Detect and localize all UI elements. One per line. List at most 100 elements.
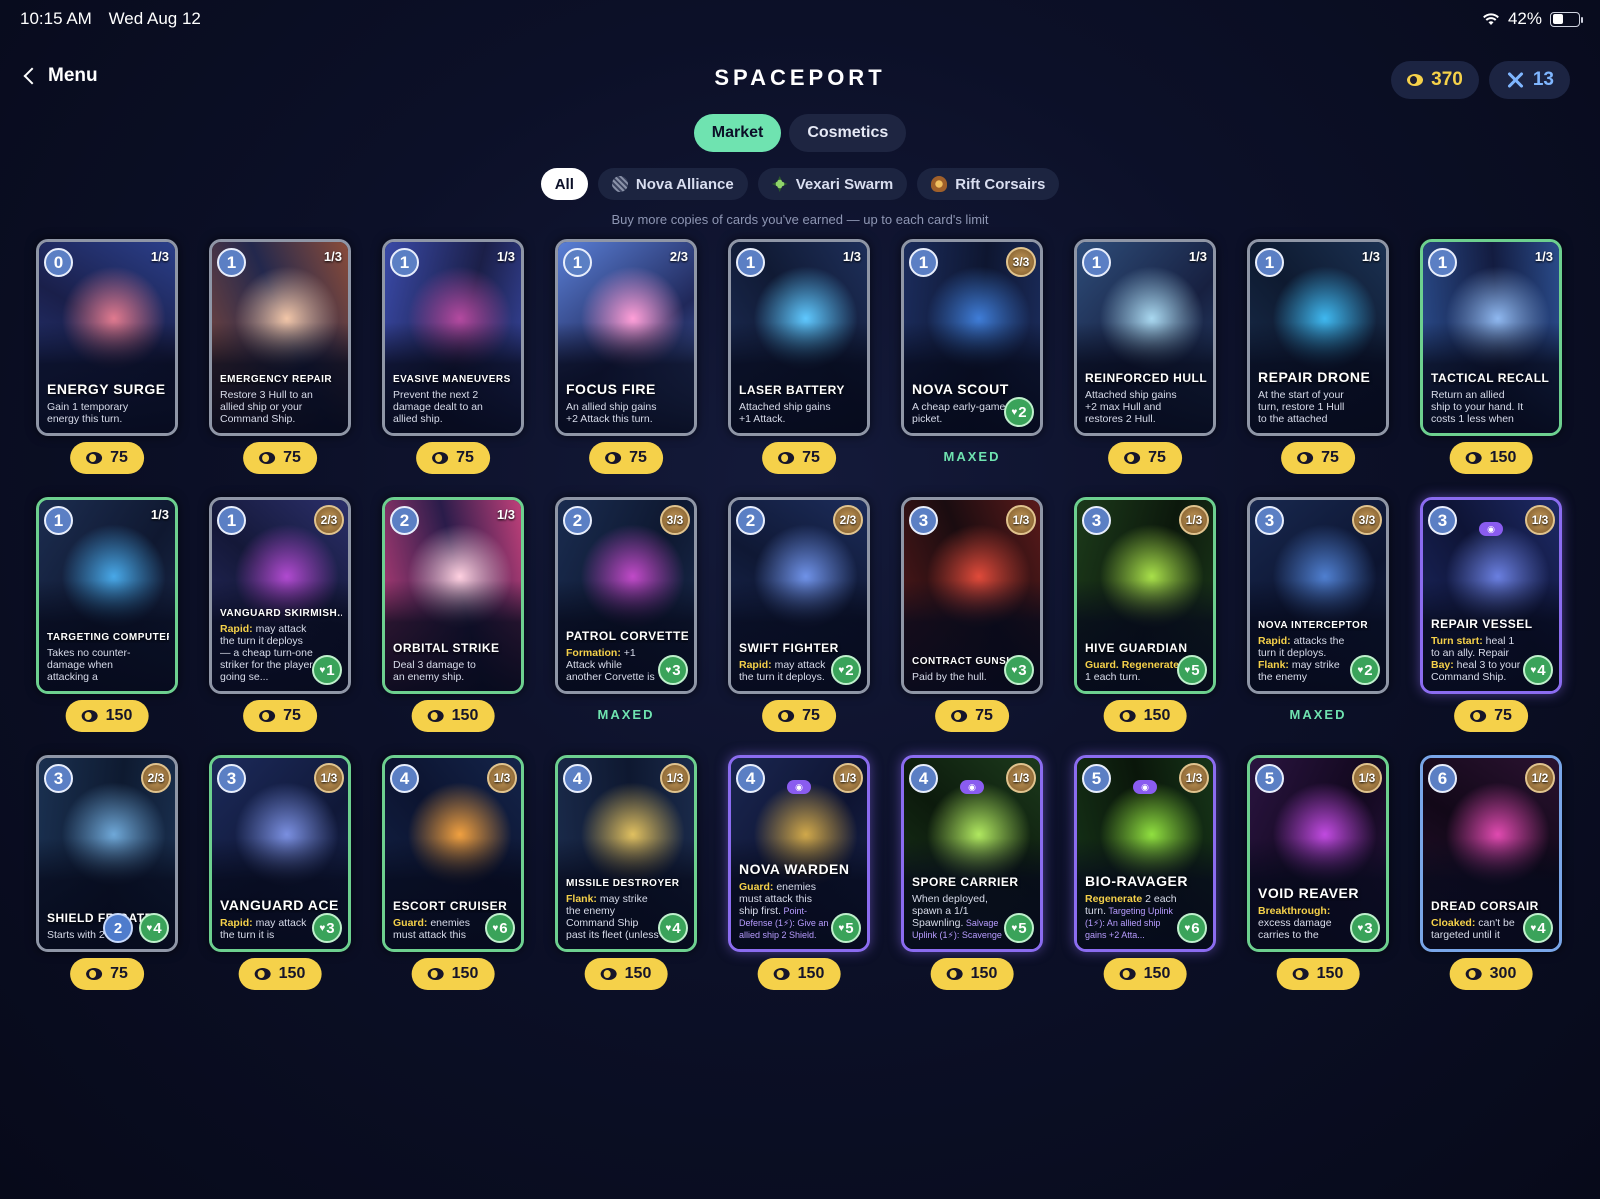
heart-icon: ♥ bbox=[1011, 922, 1018, 934]
price-value: 150 bbox=[970, 965, 998, 982]
card-name: Nova Scout bbox=[912, 381, 1009, 397]
card-text: Attached ship gains +1 Attack. bbox=[739, 401, 833, 425]
battery-icon bbox=[1550, 11, 1583, 27]
filter-vexari-swarm[interactable]: Vexari Swarm bbox=[757, 168, 908, 200]
card-cell: 2 1/3 Orbital Strike Deal 3 damage to an en… bbox=[382, 497, 524, 732]
price-value: 75 bbox=[110, 965, 128, 982]
hull-stat: ♥ 3 bbox=[312, 913, 342, 943]
coin-icon bbox=[600, 968, 617, 980]
market-card[interactable]: 3 1/3 Contract Gunship Paid by the hull. ♥ 3 bbox=[901, 497, 1043, 694]
market-card[interactable]: 1 1/3 Emergency Repair Restore 3 Hull to an… bbox=[209, 239, 351, 436]
card-cost: 1 bbox=[1082, 248, 1111, 277]
buy-price-button[interactable]: 150 bbox=[411, 958, 495, 990]
faction-filters: All Nova Alliance Vexari Swarm Rift Cors… bbox=[0, 168, 1600, 200]
filter-all[interactable]: All bbox=[540, 168, 588, 200]
market-card[interactable]: 5 1/3 ◉ Bio-Ravager Regenerate 2 each turn. … bbox=[1074, 755, 1216, 952]
card-cell: 1 1/3 Laser Battery Attached ship gains +1 … bbox=[728, 239, 870, 474]
card-copies: 1/3 bbox=[1179, 505, 1209, 535]
card-cell: 1 3/3 Nova Scout A cheap early-game picket.… bbox=[901, 239, 1043, 464]
buy-price-button[interactable]: 150 bbox=[757, 958, 841, 990]
card-name: Nova Interceptor bbox=[1258, 620, 1369, 631]
market-card[interactable]: 4 1/3 ◉ Spore Carrier When deployed, spawn a… bbox=[901, 755, 1043, 952]
card-copies: 2/3 bbox=[141, 763, 171, 793]
market-card[interactable]: 2 3/3 Patrol Corvette Formation: +1 Attack … bbox=[555, 497, 697, 694]
card-keyword: Rapid: bbox=[220, 917, 253, 929]
market-card[interactable]: 1 1/3 Targeting Computer Takes no counter-d… bbox=[36, 497, 178, 694]
buy-price-button[interactable]: 75 bbox=[243, 442, 317, 474]
card-name: Missile Destroyer bbox=[566, 878, 680, 889]
parts-balance[interactable]: 13 bbox=[1488, 61, 1570, 99]
market-card[interactable]: 3 1/3 Hive Guardian Guard. Regenerate 1 eac… bbox=[1074, 497, 1216, 694]
market-card[interactable]: 3 3/3 Nova Interceptor Rapid: attacks the t… bbox=[1247, 497, 1389, 694]
card-cost: 1 bbox=[909, 248, 938, 277]
card-text-segment: Deal 3 damage to an enemy ship. bbox=[393, 659, 476, 683]
market-card[interactable]: 4 1/3 Missile Destroyer Flank: may strike t… bbox=[555, 755, 697, 952]
buy-price-button[interactable]: 150 bbox=[584, 958, 668, 990]
buy-price-button[interactable]: 150 bbox=[1276, 958, 1360, 990]
price-value: 150 bbox=[105, 707, 133, 724]
market-card[interactable]: 1 1/3 Evasive Maneuvers Prevent the next 2 … bbox=[382, 239, 524, 436]
buy-price-button[interactable]: 75 bbox=[762, 700, 836, 732]
card-copies: 1/3 bbox=[496, 507, 515, 522]
buy-price-button[interactable]: 75 bbox=[416, 442, 490, 474]
market-card[interactable]: 3 1/3 ◉ Repair Vessel Turn start: heal 1 to … bbox=[1420, 497, 1562, 694]
vexari-swarm-icon bbox=[771, 176, 788, 192]
heart-icon: ♥ bbox=[319, 664, 326, 676]
card-copies: 2/3 bbox=[314, 505, 344, 535]
market-card[interactable]: 4 1/3 ◉ Nova Warden Guard: enemies must atta… bbox=[728, 755, 870, 952]
buy-price-button[interactable]: 75 bbox=[70, 442, 144, 474]
market-card[interactable]: 4 1/3 Escort Cruiser Guard: enemies must at… bbox=[382, 755, 524, 952]
tab-market[interactable]: Market bbox=[693, 114, 782, 152]
buy-price-button[interactable]: 150 bbox=[930, 958, 1014, 990]
buy-price-button[interactable]: 150 bbox=[1103, 958, 1187, 990]
market-card[interactable]: 1 1/3 Tactical Recall Return an allied ship… bbox=[1420, 239, 1562, 436]
card-text: Attached ship gains +2 max Hull and rest… bbox=[1085, 389, 1179, 425]
card-name: Patrol Corvette bbox=[566, 629, 688, 643]
card-copies: 1/3 bbox=[1006, 763, 1036, 793]
buy-price-button[interactable]: 75 bbox=[1454, 700, 1528, 732]
buy-price-button[interactable]: 300 bbox=[1449, 958, 1533, 990]
market-card[interactable]: 1 1/3 Reinforced Hull Attached ship gains +… bbox=[1074, 239, 1216, 436]
buy-price-button[interactable]: 75 bbox=[762, 442, 836, 474]
market-card[interactable]: 5 1/3 Void Reaver Breakthrough: excess dama… bbox=[1247, 755, 1389, 952]
market-card[interactable]: 32/3Shield FrigateStarts with 2 Shield.2… bbox=[36, 755, 178, 952]
market-card[interactable]: 1 2/3 Vanguard Skirmish... Rapid: may attac… bbox=[209, 497, 351, 694]
buy-price-button[interactable]: 150 bbox=[238, 958, 322, 990]
buy-price-button[interactable]: 150 bbox=[1449, 442, 1533, 474]
market-card[interactable]: 6 1/2 Dread Corsair Cloaked: can't be targe… bbox=[1420, 755, 1562, 952]
market-card[interactable]: 2 1/3 Orbital Strike Deal 3 damage to an en… bbox=[382, 497, 524, 694]
market-card[interactable]: 1 1/3 Laser Battery Attached ship gains +1 … bbox=[728, 239, 870, 436]
hull-value: 2 bbox=[1018, 403, 1027, 421]
card-text: Cloaked: can't be targeted until it atta… bbox=[1431, 917, 1525, 941]
market-card[interactable]: 2 2/3 Swift Fighter Rapid: may attack the t… bbox=[728, 497, 870, 694]
tab-cosmetics[interactable]: Cosmetics bbox=[789, 114, 907, 152]
card-copies: 1/3 bbox=[1006, 505, 1036, 535]
market-card[interactable]: 0 1/3 Energy Surge Gain 1 temporary energy … bbox=[36, 239, 178, 436]
buy-price-button[interactable]: 75 bbox=[935, 700, 1009, 732]
filter-rift-corsairs[interactable]: Rift Corsairs bbox=[917, 168, 1060, 200]
hull-value: 3 bbox=[1364, 919, 1373, 937]
buy-price-button[interactable]: 75 bbox=[1108, 442, 1182, 474]
buy-price-button[interactable]: 150 bbox=[411, 700, 495, 732]
card-cell: 4 1/3 ◉ Spore Carrier When deployed, spawn a… bbox=[901, 755, 1043, 990]
rift-corsairs-icon bbox=[931, 176, 948, 192]
hull-value: 5 bbox=[845, 919, 854, 937]
buy-price-button[interactable]: 150 bbox=[1103, 700, 1187, 732]
market-card[interactable]: 1 1/3 Repair Drone At the start of your tur… bbox=[1247, 239, 1389, 436]
card-text-segment: A cheap early-game picket. bbox=[912, 401, 1006, 425]
market-card[interactable]: 1 3/3 Nova Scout A cheap early-game picket.… bbox=[901, 239, 1043, 436]
card-cell: 1 1/3 Targeting Computer Takes no counter-d… bbox=[36, 497, 178, 732]
heart-icon: ♥ bbox=[1184, 922, 1191, 934]
buy-price-button[interactable]: 150 bbox=[65, 700, 149, 732]
buy-price-button[interactable]: 75 bbox=[243, 700, 317, 732]
card-keyword: Flank: bbox=[566, 893, 597, 905]
card-text: Breakthrough: excess damage carries to t… bbox=[1258, 905, 1352, 941]
market-card[interactable]: 3 1/3 Vanguard Ace Rapid: may attack the tu… bbox=[209, 755, 351, 952]
hull-value: 4 bbox=[153, 919, 162, 937]
filter-nova-alliance[interactable]: Nova Alliance bbox=[597, 168, 748, 200]
buy-price-button[interactable]: 75 bbox=[1281, 442, 1355, 474]
buy-price-button[interactable]: 75 bbox=[70, 958, 144, 990]
coins-balance[interactable]: 370 bbox=[1391, 61, 1479, 99]
buy-price-button[interactable]: 75 bbox=[589, 442, 663, 474]
market-card[interactable]: 1 2/3 Focus Fire An allied ship gains +2 At… bbox=[555, 239, 697, 436]
